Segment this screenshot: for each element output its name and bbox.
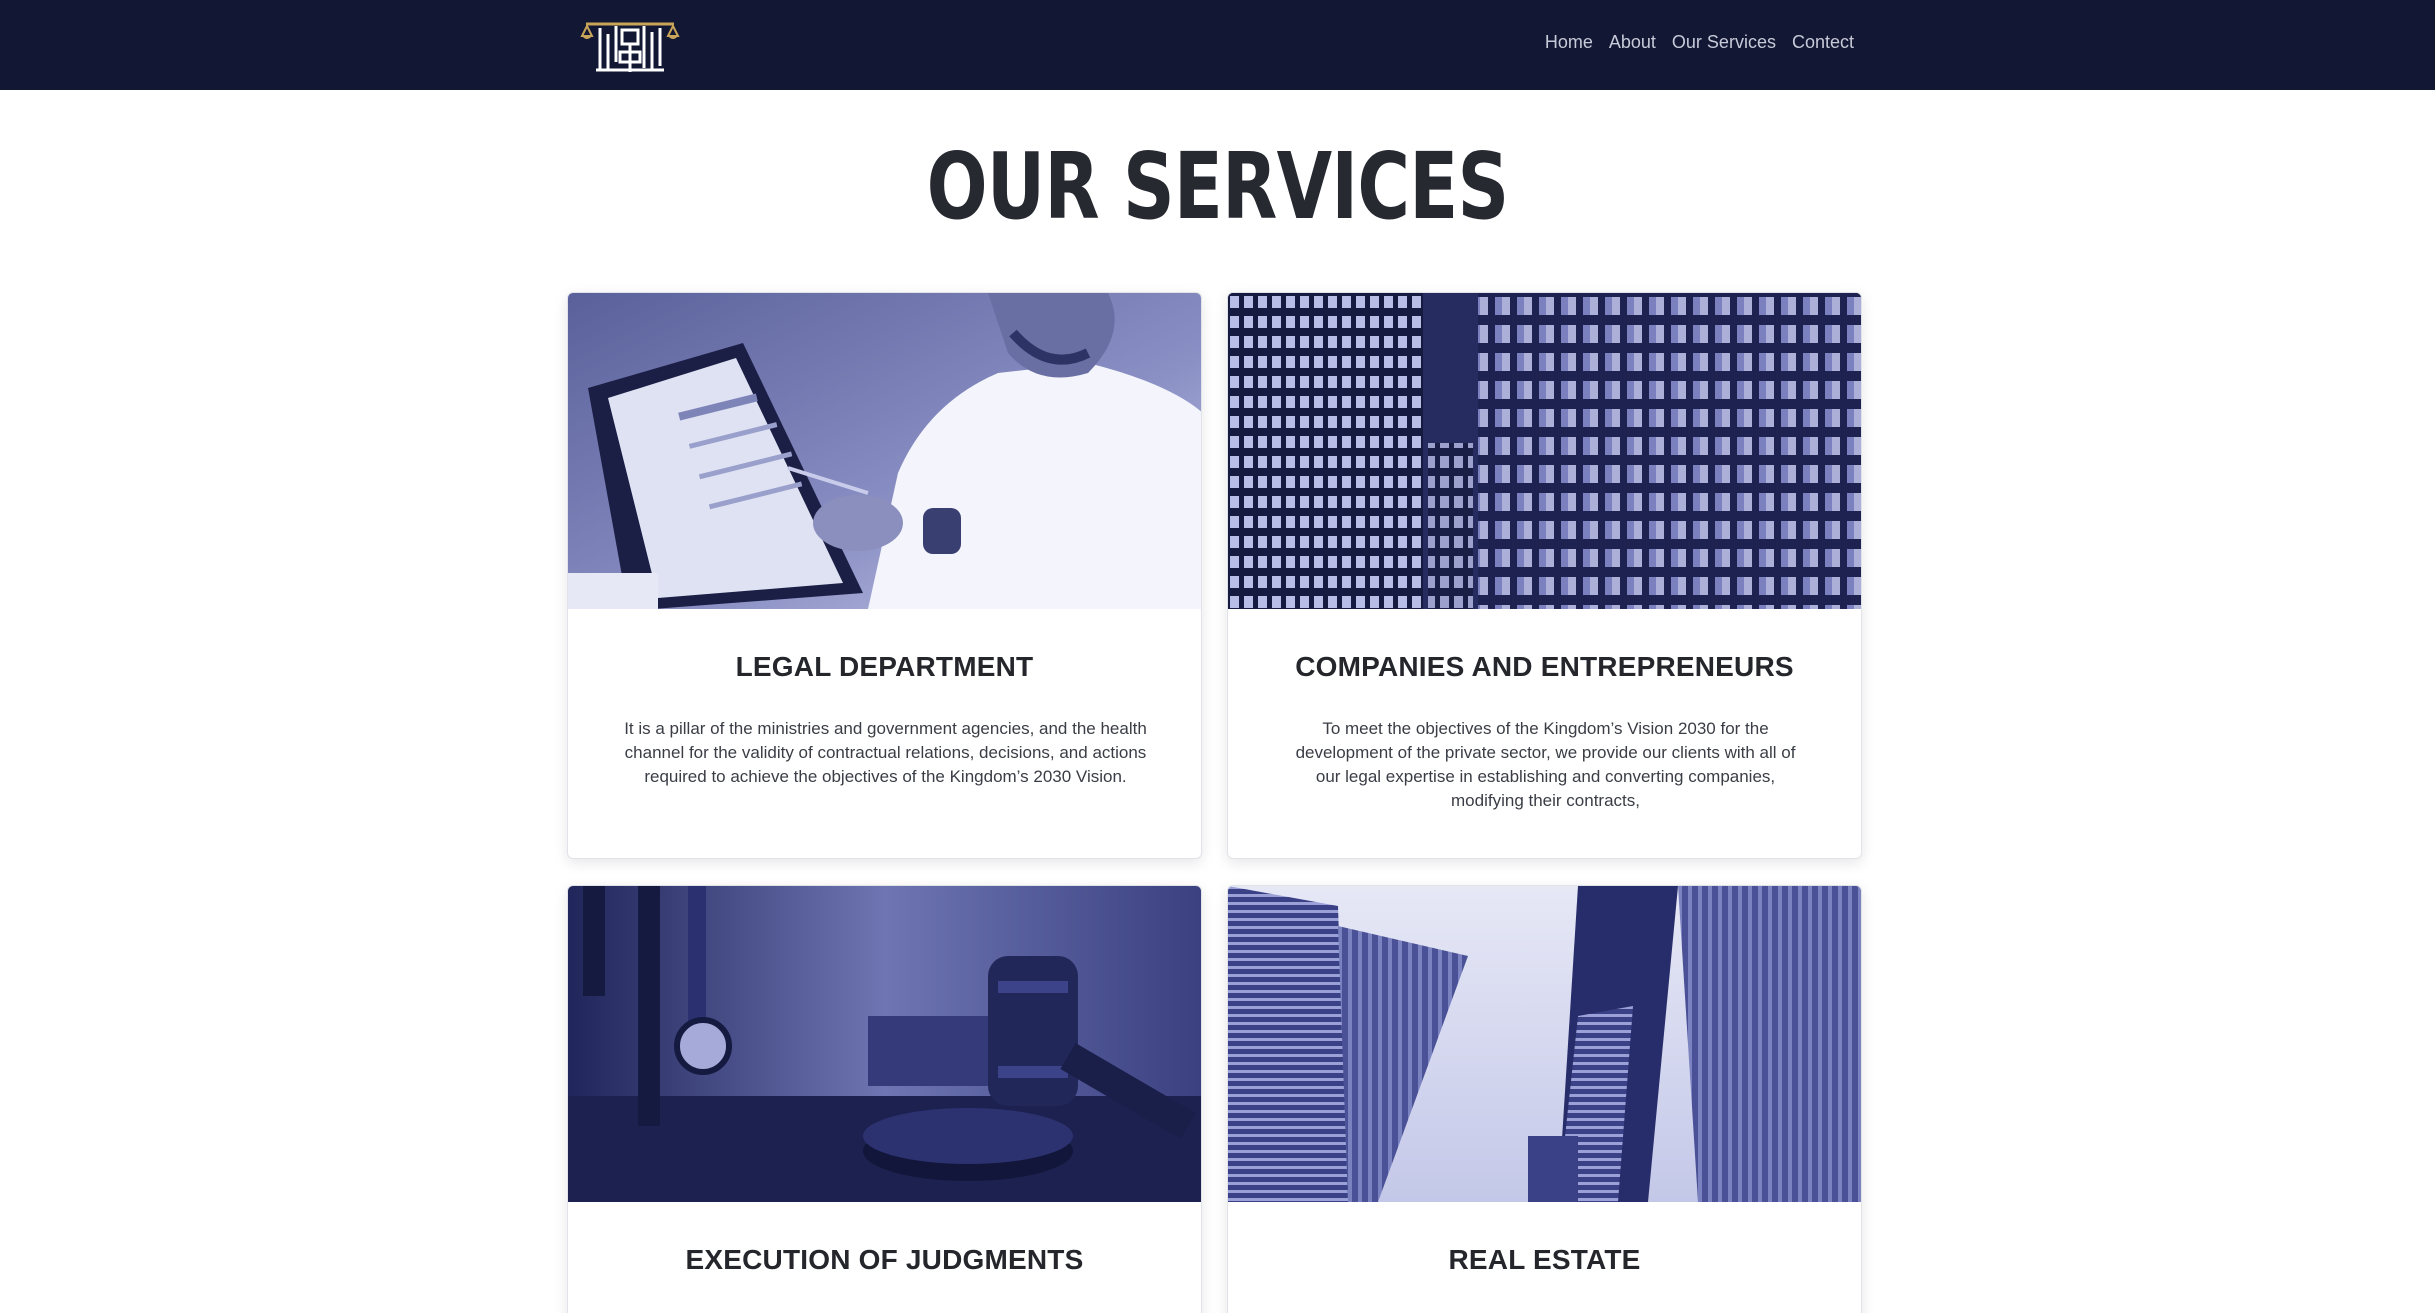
service-title: EXECUTION OF JUDGMENTS — [685, 1244, 1084, 1275]
main-nav: Home About Our Services Contect — [1545, 28, 1854, 56]
service-card-execution-of-judgments[interactable]: EXECUTION OF JUDGMENTS — [567, 885, 1202, 1313]
service-card-legal-department[interactable]: LEGAL DEPARTMENT It is a pillar of the m… — [567, 292, 1202, 859]
skyscrapers-image — [1228, 886, 1861, 1202]
page-title: OUR SERVICES — [926, 133, 1510, 240]
nav-contact-link[interactable]: Contect — [1792, 28, 1854, 56]
nav-about-link[interactable]: About — [1609, 28, 1656, 56]
gavel-image — [568, 886, 1201, 1202]
service-description: It is a pillar of the ministries and gov… — [624, 719, 1147, 786]
service-card-companies-entrepreneurs[interactable]: COMPANIES AND ENTREPRENEURS To meet the … — [1227, 292, 1862, 859]
scales-logo-icon — [580, 22, 680, 72]
service-title: COMPANIES AND ENTREPRENEURS — [1295, 651, 1794, 682]
nav-our-services-link[interactable]: Our Services — [1672, 28, 1776, 56]
service-title: REAL ESTATE — [1448, 1244, 1641, 1275]
office-buildings-image — [1228, 293, 1861, 609]
navbar: Home About Our Services Contect — [0, 0, 2435, 90]
nav-home-link[interactable]: Home — [1545, 28, 1593, 56]
service-description: To meet the objectives of the Kingdom’s … — [1295, 719, 1796, 810]
service-title: LEGAL DEPARTMENT — [735, 651, 1034, 682]
legal-department-image — [568, 293, 1201, 609]
logo[interactable] — [580, 10, 680, 78]
service-card-real-estate[interactable]: REAL ESTATE — [1227, 885, 1862, 1313]
